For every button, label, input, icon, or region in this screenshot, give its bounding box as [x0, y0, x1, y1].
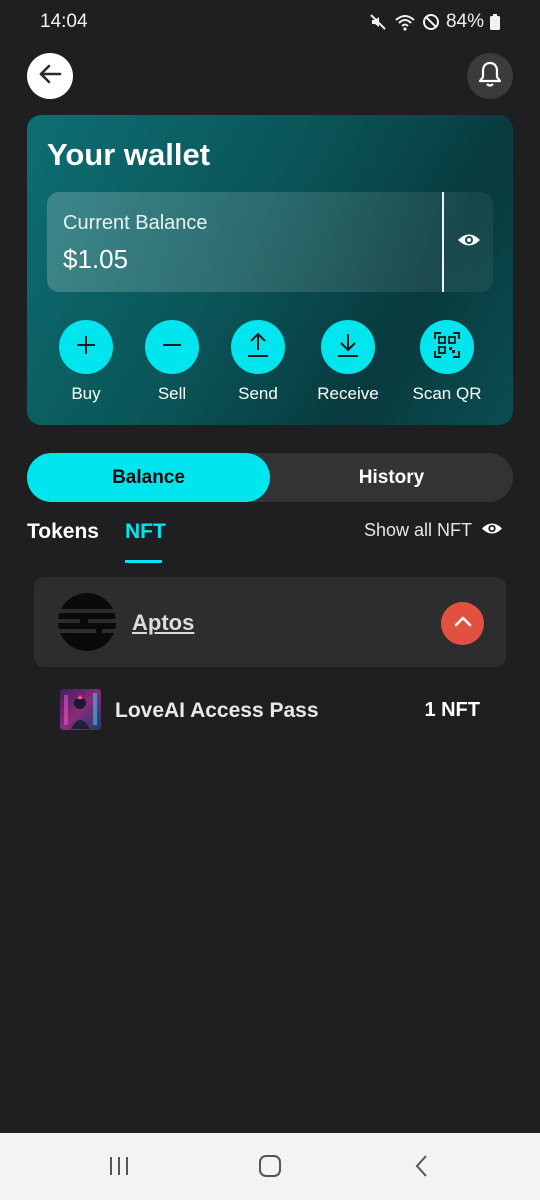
scan-qr-circle[interactable]	[420, 320, 474, 374]
sell-label: Sell	[157, 384, 187, 403]
arrow-left-icon	[37, 63, 63, 90]
download-icon	[336, 332, 360, 363]
recent-apps-icon	[107, 1155, 131, 1182]
recent-apps-button[interactable]	[104, 1153, 134, 1183]
wifi-icon	[394, 12, 416, 32]
receive-label: Receive	[317, 384, 379, 403]
chevron-up-icon	[453, 614, 473, 633]
mute-icon	[368, 12, 388, 32]
wallet-card: Your wallet Current Balance $1.05 Buy Se…	[27, 115, 513, 425]
battery-label: 84%	[445, 11, 484, 32]
balance-history-toggle: Balance History	[27, 453, 513, 502]
bell-icon	[477, 60, 503, 93]
sell-button[interactable]: Sell	[122, 320, 222, 404]
send-label: Send	[238, 384, 278, 403]
status-time: 14:04	[40, 11, 88, 32]
tab-history[interactable]: History	[270, 453, 513, 502]
toggle-balance-visibility-button[interactable]	[444, 192, 493, 292]
back-button[interactable]	[27, 53, 73, 99]
system-back-button[interactable]	[407, 1153, 437, 1183]
wallet-actions: Buy Sell Send Receive Scan QR	[27, 320, 513, 410]
upload-icon	[246, 332, 270, 363]
balance-label: Current Balance	[63, 212, 208, 234]
balance-box: Current Balance $1.05	[47, 192, 493, 292]
tab-balance[interactable]: Balance	[27, 453, 270, 502]
show-all-nft-label: Show all NFT	[364, 520, 473, 540]
collection-name[interactable]: Aptos	[132, 610, 194, 636]
scan-qr-label: Scan QR	[412, 384, 482, 403]
receive-button[interactable]: Receive	[298, 320, 398, 404]
status-bar: 14:04 84%	[0, 0, 540, 44]
nft-list-item[interactable]: LoveAI Access Pass 1 NFT	[60, 689, 480, 731]
chevron-left-icon	[414, 1154, 430, 1183]
system-nav-bar	[0, 1133, 540, 1200]
nft-name: LoveAI Access Pass	[115, 699, 319, 722]
buy-label: Buy	[71, 384, 101, 403]
battery-icon	[490, 14, 500, 30]
tab-nft-underline	[125, 560, 162, 563]
show-all-nft-button[interactable]: Show all NFT	[364, 520, 503, 541]
receive-circle[interactable]	[321, 320, 375, 374]
eye-icon	[457, 232, 481, 253]
buy-button[interactable]: Buy	[36, 320, 136, 404]
tab-tokens[interactable]: Tokens	[27, 520, 99, 544]
home-icon	[258, 1154, 282, 1183]
send-button[interactable]: Send	[208, 320, 308, 404]
collection-aptos[interactable]: Aptos	[34, 577, 506, 667]
balance-value: $1.05	[63, 244, 129, 274]
nft-count: 1 NFT	[424, 699, 480, 721]
buy-circle[interactable]	[59, 320, 113, 374]
sell-circle[interactable]	[145, 320, 199, 374]
tab-nft[interactable]: NFT	[125, 520, 166, 544]
scan-qr-button[interactable]: Scan QR	[397, 320, 497, 404]
dnd-icon	[422, 13, 440, 31]
aptos-logo-icon	[58, 593, 116, 651]
qr-scan-icon	[433, 331, 461, 364]
minus-icon	[161, 334, 183, 361]
status-icons: 84%	[368, 11, 500, 33]
nft-thumbnail	[60, 689, 101, 730]
home-button[interactable]	[255, 1153, 285, 1183]
collapse-button[interactable]	[441, 602, 484, 645]
notifications-button[interactable]	[467, 53, 513, 99]
wallet-title: Your wallet	[47, 137, 211, 172]
send-circle[interactable]	[231, 320, 285, 374]
eye-icon	[481, 520, 503, 541]
plus-icon	[75, 334, 97, 361]
